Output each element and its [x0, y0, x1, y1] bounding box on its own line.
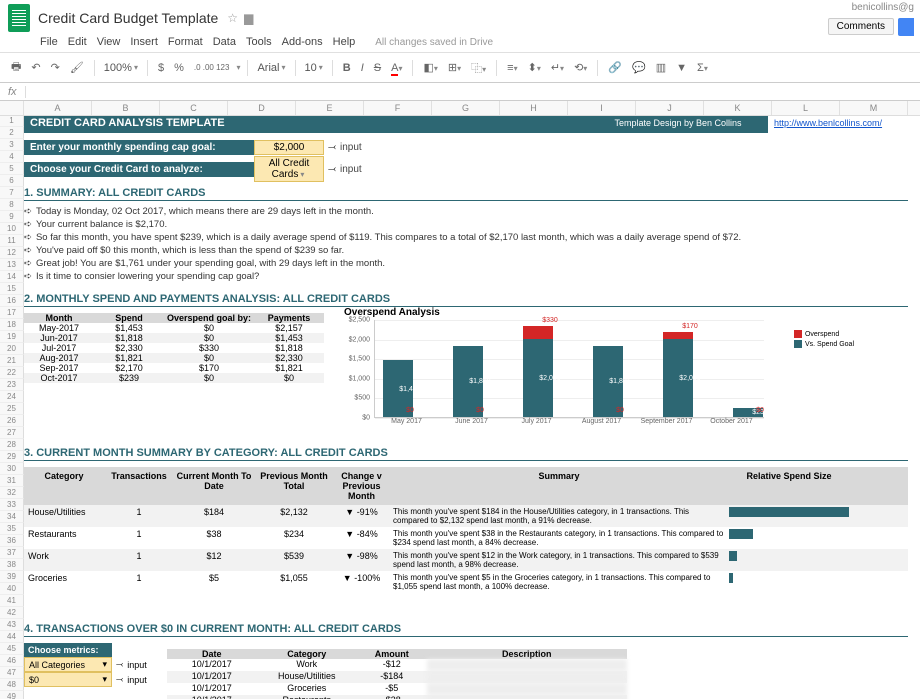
insert-link-icon[interactable]: 🔗 — [605, 59, 625, 76]
star-icon[interactable]: ☆ — [227, 11, 238, 25]
spending-cap-hint: input — [340, 142, 362, 153]
format-currency-icon[interactable]: $ — [155, 60, 167, 76]
account-label[interactable]: benicollins@g — [852, 2, 914, 13]
font-dropdown[interactable]: Arial▾ — [255, 61, 287, 75]
arrow-left-icon: ⤙ — [328, 142, 336, 153]
format-number-icon[interactable]: .0 .00 123 — [191, 61, 233, 74]
fill-color-icon[interactable]: ◧▾ — [420, 59, 440, 76]
menu-data[interactable]: Data — [213, 36, 236, 48]
spending-cap-row: Enter your monthly spending cap goal: $2… — [24, 139, 908, 155]
section-1-header: 1. SUMMARY: ALL CREDIT CARDS — [24, 187, 908, 201]
menu-help[interactable]: Help — [333, 36, 356, 48]
menu-addons[interactable]: Add-ons — [282, 36, 323, 48]
author-link[interactable]: http://www.benlcollins.com/ — [774, 118, 882, 128]
print-icon[interactable]: 🖶 — [8, 56, 24, 79]
monthly-spend-table: MonthSpend Overspend goal by:Payments Ma… — [24, 313, 324, 383]
borders-icon[interactable]: ⊞▾ — [445, 59, 464, 76]
menu-bar: File Edit View Insert Format Data Tools … — [0, 36, 920, 52]
menu-edit[interactable]: Edit — [68, 36, 87, 48]
text-rotation-icon[interactable]: ⟲▾ — [571, 59, 590, 76]
format-percent-icon[interactable]: % — [171, 60, 187, 76]
folder-icon[interactable]: ▆ — [244, 11, 253, 25]
transactions-table: DateCategory AmountDescription 10/1/2017… — [167, 649, 627, 699]
row-headers: 1234567891011121314151617181920212223242… — [0, 115, 24, 699]
section-2-header: 2. MONTHLY SPEND AND PAYMENTS ANALYSIS: … — [24, 293, 908, 307]
spreadsheet-grid[interactable]: ABC DEF GHI JKL M 1234567891011121314151… — [0, 101, 920, 699]
page-title: CREDIT CARD ANALYSIS TEMPLATE — [24, 115, 588, 133]
filter-icon[interactable]: ▼ — [673, 60, 690, 76]
bold-icon[interactable]: B — [340, 60, 354, 76]
sheets-logo-icon[interactable] — [8, 4, 30, 32]
undo-icon[interactable]: ↶ — [28, 59, 43, 76]
section-4-header: 4. TRANSACTIONS OVER $0 IN CURRENT MONTH… — [24, 623, 908, 637]
arrow-left-icon: ⤙ — [328, 164, 336, 175]
strikethrough-icon[interactable]: S — [371, 60, 384, 76]
title-band: CREDIT CARD ANALYSIS TEMPLATE Template D… — [24, 115, 908, 133]
share-button[interactable] — [898, 18, 914, 36]
toolbar: 🖶 ↶ ↷ 🖌 100%▾ $ % .0 .00 123 ▾ Arial▾ 10… — [0, 52, 920, 83]
column-headers: ABC DEF GHI JKL M — [0, 101, 920, 116]
font-size-dropdown[interactable]: 10▾ — [303, 61, 325, 75]
document-title[interactable]: Credit Card Budget Template — [38, 10, 218, 26]
metrics-category-dropdown[interactable]: All Categories▾ — [24, 657, 112, 672]
paint-format-icon[interactable]: 🖌 — [67, 59, 87, 76]
section-3-header: 3. CURRENT MONTH SUMMARY BY CATEGORY: AL… — [24, 447, 908, 461]
spending-cap-input[interactable]: $2,000 — [254, 140, 324, 155]
card-select-hint: input — [340, 164, 362, 175]
menu-format[interactable]: Format — [168, 36, 203, 48]
save-status: All changes saved in Drive — [375, 37, 493, 48]
overspend-chart: Overspend Analysis $0$500$1,000$1,500$2,… — [344, 307, 854, 437]
formula-input[interactable] — [26, 86, 920, 97]
card-select-dropdown[interactable]: All Credit Cards▾ — [254, 156, 324, 182]
text-wrap-icon[interactable]: ↵▾ — [548, 59, 567, 76]
menu-tools[interactable]: Tools — [246, 36, 272, 48]
menu-insert[interactable]: Insert — [130, 36, 158, 48]
insert-comment-icon[interactable]: 💬 — [629, 59, 649, 76]
arrow-left-icon: ⤙ — [116, 659, 123, 670]
title-bar: Credit Card Budget Template ☆ ▆ — [0, 0, 920, 36]
zoom-dropdown[interactable]: 100%▾ — [102, 61, 140, 75]
merge-cells-icon[interactable]: ⿻▾ — [468, 58, 489, 78]
metrics-header: Choose metrics: — [24, 643, 112, 657]
summary-lines: ➪Today is Monday, 02 Oct 2017, which mea… — [24, 205, 908, 283]
redo-icon[interactable]: ↷ — [48, 59, 63, 76]
comments-button[interactable]: Comments — [828, 18, 894, 35]
card-select-label: Choose your Credit Card to analyze: — [24, 162, 254, 177]
card-select-row: Choose your Credit Card to analyze: All … — [24, 161, 908, 177]
metrics-box: Choose metrics: All Categories▾ ⤙ input … — [24, 643, 147, 699]
functions-icon[interactable]: Σ▾ — [694, 60, 711, 76]
fx-icon: fx — [0, 86, 26, 98]
spending-cap-label: Enter your monthly spending cap goal: — [24, 140, 254, 155]
v-align-icon[interactable]: ⬍▾ — [525, 59, 544, 76]
chart-title: Overspend Analysis — [344, 307, 854, 318]
menu-view[interactable]: View — [97, 36, 121, 48]
chart-legend: Overspend Vs. Spend Goal — [794, 330, 854, 350]
h-align-icon[interactable]: ≡▾ — [504, 60, 520, 76]
menu-file[interactable]: File — [40, 36, 58, 48]
italic-icon[interactable]: I — [358, 60, 367, 76]
design-credit: Template Design by Ben Collins — [588, 115, 768, 133]
category-table: CategoryTransactions Current Month To Da… — [24, 467, 908, 593]
insert-chart-icon[interactable]: ▥ — [653, 59, 669, 76]
text-color-icon[interactable]: A▾ — [388, 60, 405, 76]
formula-bar: fx — [0, 83, 920, 101]
